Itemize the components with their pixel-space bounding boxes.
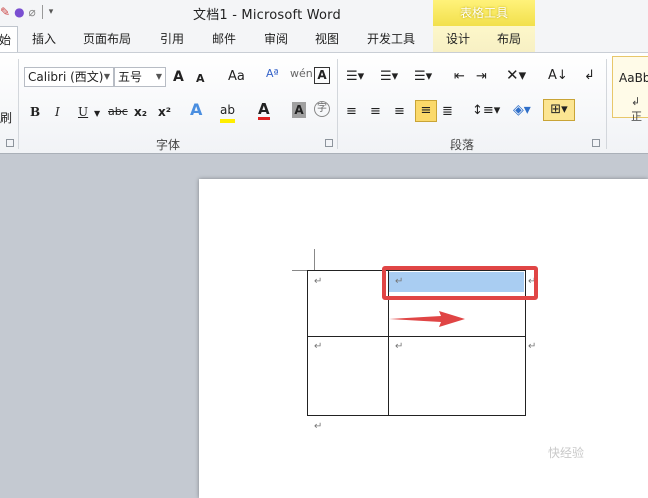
strikethrough-button[interactable]: abc: [108, 103, 128, 121]
underline-button[interactable]: U: [78, 103, 88, 121]
tab-developer[interactable]: 开发工具: [367, 26, 415, 52]
format-painter-button[interactable]: 刷: [0, 109, 12, 127]
enclose-char-icon[interactable]: wén: [290, 65, 313, 83]
style-sample: AaBb: [619, 71, 648, 85]
table-tools-tabs: 设计 布局: [433, 26, 535, 52]
row-end-mark: ↵: [528, 341, 537, 352]
italic-button[interactable]: I: [55, 103, 60, 121]
grow-font-button[interactable]: A: [173, 68, 184, 86]
paragraph-mark: ↵: [314, 421, 323, 432]
cell-mark: ↵: [314, 341, 323, 352]
show-marks-icon[interactable]: ↲: [584, 67, 595, 85]
cell-mark: ↵: [395, 341, 404, 352]
align-left-icon[interactable]: ≡: [346, 103, 357, 121]
table-tools-header: 表格工具: [433, 0, 535, 26]
tab-layout[interactable]: 布局: [497, 26, 521, 52]
word-window: ✎ ● ⌀ ▾ 文档1 - Microsoft Word 表格工具 始 插入 页…: [0, 0, 648, 498]
subscript-button[interactable]: x₂: [134, 103, 147, 121]
tab-insert[interactable]: 插入: [32, 26, 56, 52]
increase-indent-icon[interactable]: ⇥: [476, 68, 487, 86]
ribbon: 刷 Calibri (西文) ▼ 五号 ▼ A A Aa Aª wén A B …: [0, 52, 648, 154]
distributed-icon[interactable]: ≣: [442, 103, 453, 121]
bold-button[interactable]: B: [30, 103, 40, 121]
borders-icon[interactable]: ⊞▾: [543, 99, 575, 121]
clipboard-launcher-icon[interactable]: [6, 139, 14, 147]
phonetic-guide-icon[interactable]: Aª: [266, 65, 279, 83]
brush-icon[interactable]: ✎: [0, 4, 10, 20]
justify-icon[interactable]: ≡: [415, 100, 437, 122]
color-wheel-icon[interactable]: ●: [14, 4, 24, 20]
margin-corner-mark: [314, 249, 315, 271]
group-separator: [606, 59, 607, 149]
line-spacing-icon[interactable]: ↕≡▾: [472, 102, 500, 120]
style-name: ↲ 正: [631, 95, 642, 123]
tab-home[interactable]: 始: [0, 26, 18, 52]
table-row-border: [308, 336, 525, 337]
tab-review[interactable]: 审阅: [264, 26, 288, 52]
tab-page-layout[interactable]: 页面布局: [83, 26, 131, 52]
watermark: 快经验: [548, 446, 585, 460]
enclosed-char-icon[interactable]: 字: [314, 101, 330, 117]
tab-mailings[interactable]: 邮件: [212, 26, 236, 52]
title-bar: ✎ ● ⌀ ▾ 文档1 - Microsoft Word 表格工具: [0, 0, 648, 26]
superscript-button[interactable]: x²: [158, 103, 171, 121]
font-size-value: 五号: [118, 70, 143, 84]
highlight-box: [382, 266, 538, 300]
font-name-value: Calibri (西文): [28, 70, 104, 84]
change-case-button[interactable]: Aa: [228, 68, 245, 86]
group-separator: [337, 59, 338, 149]
eraser-icon[interactable]: ⌀: [29, 4, 36, 20]
shading-icon[interactable]: ◈▾: [513, 101, 531, 119]
styles-gallery[interactable]: AaBb ↲ 正: [612, 56, 648, 123]
font-size-combo[interactable]: 五号 ▼: [114, 67, 166, 87]
asian-layout-icon[interactable]: ✕▾: [506, 66, 526, 84]
qat-separator: [41, 5, 43, 19]
numbering-icon[interactable]: ☰▾: [380, 68, 398, 86]
character-border-icon[interactable]: A: [314, 67, 330, 84]
paragraph-launcher-icon[interactable]: [592, 139, 600, 147]
font-group-label: 字体: [156, 138, 181, 152]
chevron-down-icon: ▼: [103, 72, 110, 81]
char-shading-button[interactable]: A: [292, 102, 306, 118]
dropdown-icon[interactable]: ▾: [49, 4, 54, 20]
font-color-button[interactable]: A: [258, 101, 270, 120]
font-launcher-icon[interactable]: [325, 139, 333, 147]
chevron-down-icon: ▼: [155, 72, 162, 81]
sort-icon[interactable]: A↓: [548, 67, 568, 85]
tab-references[interactable]: 引用: [160, 26, 184, 52]
cell-mark: ↵: [314, 276, 323, 287]
multilevel-list-icon[interactable]: ☰▾: [414, 68, 432, 86]
align-right-icon[interactable]: ≡: [394, 103, 405, 121]
align-center-icon[interactable]: ≡: [370, 103, 381, 121]
bullets-icon[interactable]: ☰▾: [346, 68, 364, 86]
text-effects-icon[interactable]: A: [190, 101, 202, 119]
window-title: 文档1 - Microsoft Word: [193, 8, 341, 23]
chevron-down-icon[interactable]: ▼: [94, 105, 100, 123]
ribbon-tabs: 始 插入 页面布局 引用 邮件 审阅 视图 开发工具: [0, 26, 648, 52]
arrow-shape: [389, 311, 465, 327]
shrink-font-button[interactable]: A: [196, 70, 205, 88]
highlight-icon[interactable]: ab: [220, 101, 235, 123]
font-name-combo[interactable]: Calibri (西文) ▼: [24, 67, 114, 87]
tab-design[interactable]: 设计: [446, 26, 470, 52]
tab-view[interactable]: 视图: [315, 26, 339, 52]
arrow-icon: [389, 311, 465, 327]
paragraph-group-label: 段落: [450, 138, 475, 152]
decrease-indent-icon[interactable]: ⇤: [454, 68, 465, 86]
group-separator: [18, 59, 19, 149]
quick-access-toolbar: ✎ ● ⌀ ▾: [0, 3, 53, 21]
